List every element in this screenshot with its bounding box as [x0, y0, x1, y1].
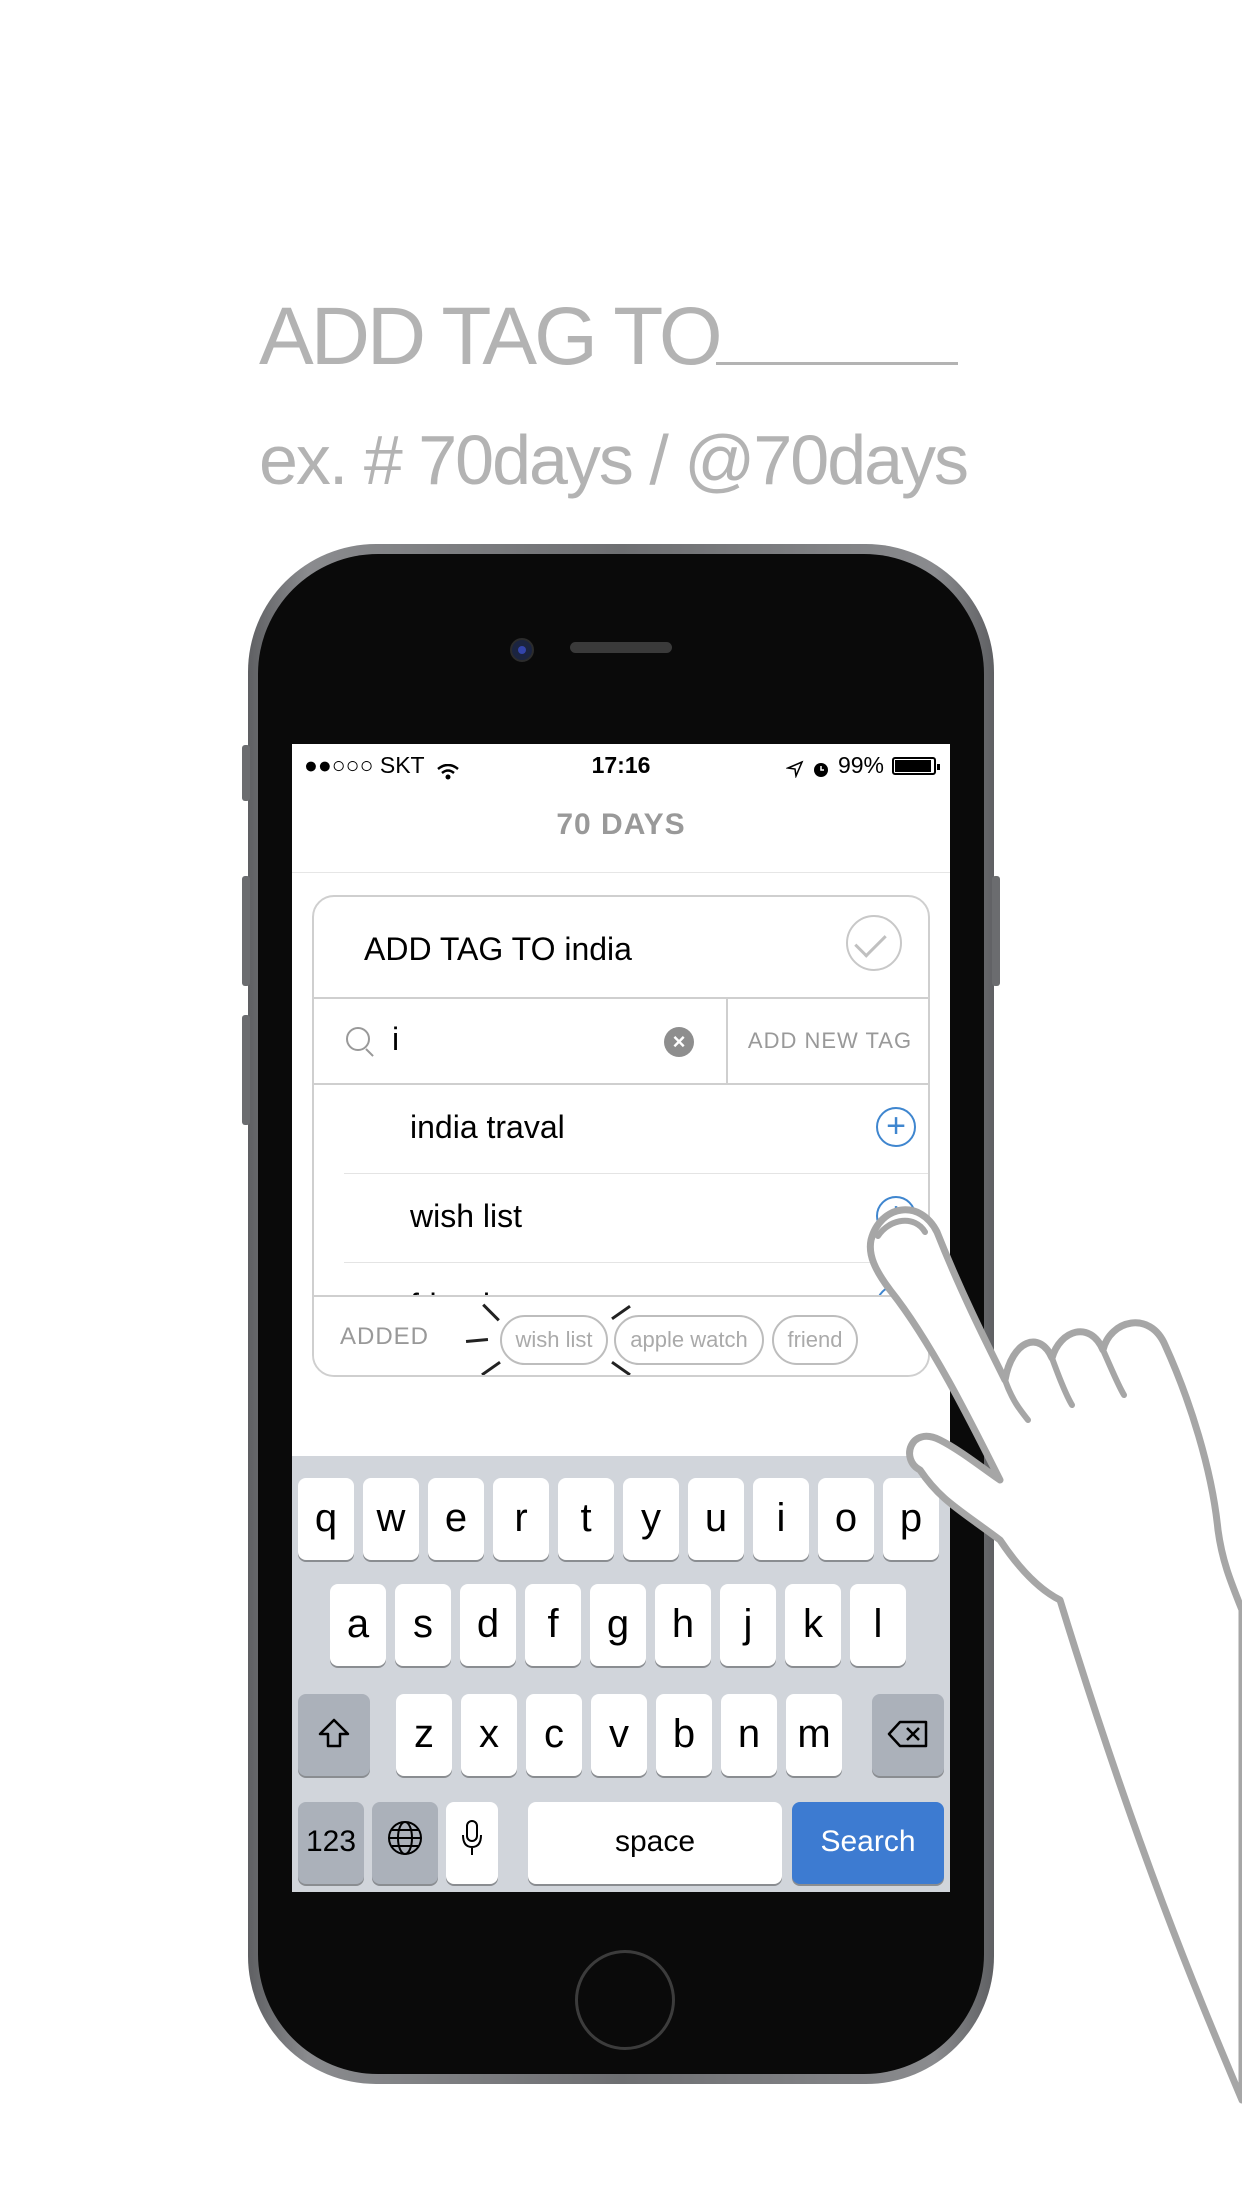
- promo-subline: ex. # 70days / @70days: [259, 421, 969, 499]
- front-camera: [510, 638, 534, 662]
- key-l[interactable]: l: [850, 1584, 906, 1666]
- added-tag-chip[interactable]: wish list: [500, 1315, 608, 1365]
- tag-search-input[interactable]: [392, 1019, 692, 1059]
- numbers-key[interactable]: 123: [298, 1802, 364, 1884]
- search-icon: [346, 1027, 370, 1051]
- tag-list-item[interactable]: wish list +: [344, 1174, 928, 1263]
- space-key[interactable]: space: [528, 1802, 782, 1884]
- key-k[interactable]: k: [785, 1584, 841, 1666]
- add-new-tag-button[interactable]: ADD NEW TAG: [726, 999, 928, 1083]
- dialog-title: ADD TAG TO india: [364, 931, 632, 967]
- confirm-check-button[interactable]: [846, 915, 902, 971]
- highlight-sparkle: [481, 1360, 501, 1375]
- navigation-bar: 70 DAYS: [292, 786, 950, 873]
- shift-icon: [317, 1696, 351, 1776]
- shift-key[interactable]: [298, 1694, 370, 1776]
- key-f[interactable]: f: [525, 1584, 581, 1666]
- phone-screen: ●●○○○ SKT 17:16 99% 70 DAYS ADD TAG TO i…: [292, 744, 950, 1892]
- tag-search-row: × ADD NEW TAG: [314, 997, 928, 1085]
- key-p[interactable]: p: [883, 1478, 939, 1560]
- microphone-icon: [461, 1804, 483, 1884]
- key-h[interactable]: h: [655, 1584, 711, 1666]
- key-b[interactable]: b: [656, 1694, 712, 1776]
- mute-switch: [242, 745, 250, 801]
- key-a[interactable]: a: [330, 1584, 386, 1666]
- highlight-sparkle: [465, 1338, 489, 1343]
- finger-crease: [1002, 1377, 1031, 1423]
- battery-icon: [892, 756, 940, 775]
- add-tag-dialog: ADD TAG TO india × ADD NEW TAG india tra…: [312, 895, 930, 1377]
- volume-down-button: [242, 1015, 250, 1125]
- clear-icon[interactable]: ×: [664, 1027, 694, 1057]
- key-i[interactable]: i: [753, 1478, 809, 1560]
- add-plus-icon[interactable]: +: [876, 1107, 916, 1147]
- status-right: 99%: [785, 752, 940, 779]
- location-icon: [785, 757, 804, 779]
- delete-key[interactable]: [872, 1694, 944, 1776]
- key-x[interactable]: x: [461, 1694, 517, 1776]
- key-m[interactable]: m: [786, 1694, 842, 1776]
- volume-up-button: [242, 876, 250, 986]
- key-o[interactable]: o: [818, 1478, 874, 1560]
- globe-icon: [386, 1804, 424, 1884]
- added-tags-bar: ADDED wish list apple watch friend: [314, 1295, 928, 1375]
- key-c[interactable]: c: [526, 1694, 582, 1776]
- promo-headline: ADD TAG TO: [259, 291, 723, 382]
- add-plus-icon[interactable]: +: [876, 1196, 916, 1236]
- key-t[interactable]: t: [558, 1478, 614, 1560]
- alarm-icon: [812, 757, 830, 777]
- key-u[interactable]: u: [688, 1478, 744, 1560]
- home-button[interactable]: [575, 1950, 675, 2050]
- status-bar: ●●○○○ SKT 17:16 99%: [292, 744, 950, 786]
- globe-key[interactable]: [372, 1802, 438, 1884]
- app-title: 70 DAYS: [556, 808, 686, 841]
- highlight-sparkle: [482, 1303, 500, 1322]
- key-d[interactable]: d: [460, 1584, 516, 1666]
- key-q[interactable]: q: [298, 1478, 354, 1560]
- earpiece-speaker: [570, 642, 672, 653]
- highlight-sparkle: [611, 1360, 631, 1375]
- key-e[interactable]: e: [428, 1478, 484, 1560]
- battery-percent: 99%: [837, 752, 884, 778]
- dictation-key[interactable]: [446, 1802, 498, 1884]
- tag-label: india traval: [410, 1109, 565, 1145]
- power-button: [992, 876, 1000, 986]
- added-label: ADDED: [340, 1323, 430, 1350]
- finger-crease: [1100, 1347, 1127, 1398]
- backspace-icon: [886, 1696, 930, 1776]
- tag-list-item[interactable]: india traval +: [344, 1085, 928, 1174]
- key-v[interactable]: v: [591, 1694, 647, 1776]
- tag-label: wish list: [410, 1198, 523, 1234]
- key-n[interactable]: n: [721, 1694, 777, 1776]
- key-w[interactable]: w: [363, 1478, 419, 1560]
- key-r[interactable]: r: [493, 1478, 549, 1560]
- key-y[interactable]: y: [623, 1478, 679, 1560]
- keyboard: q w e r t y u i o p a s d f g h j k l z …: [292, 1456, 950, 1892]
- key-s[interactable]: s: [395, 1584, 451, 1666]
- key-g[interactable]: g: [590, 1584, 646, 1666]
- promo-headline-blank: [716, 362, 958, 365]
- finger-crease: [1049, 1355, 1075, 1408]
- key-j[interactable]: j: [720, 1584, 776, 1666]
- added-tag-chip[interactable]: friend: [772, 1315, 858, 1365]
- search-key[interactable]: Search: [792, 1802, 944, 1884]
- key-z[interactable]: z: [396, 1694, 452, 1776]
- added-tag-chip[interactable]: apple watch: [614, 1315, 764, 1365]
